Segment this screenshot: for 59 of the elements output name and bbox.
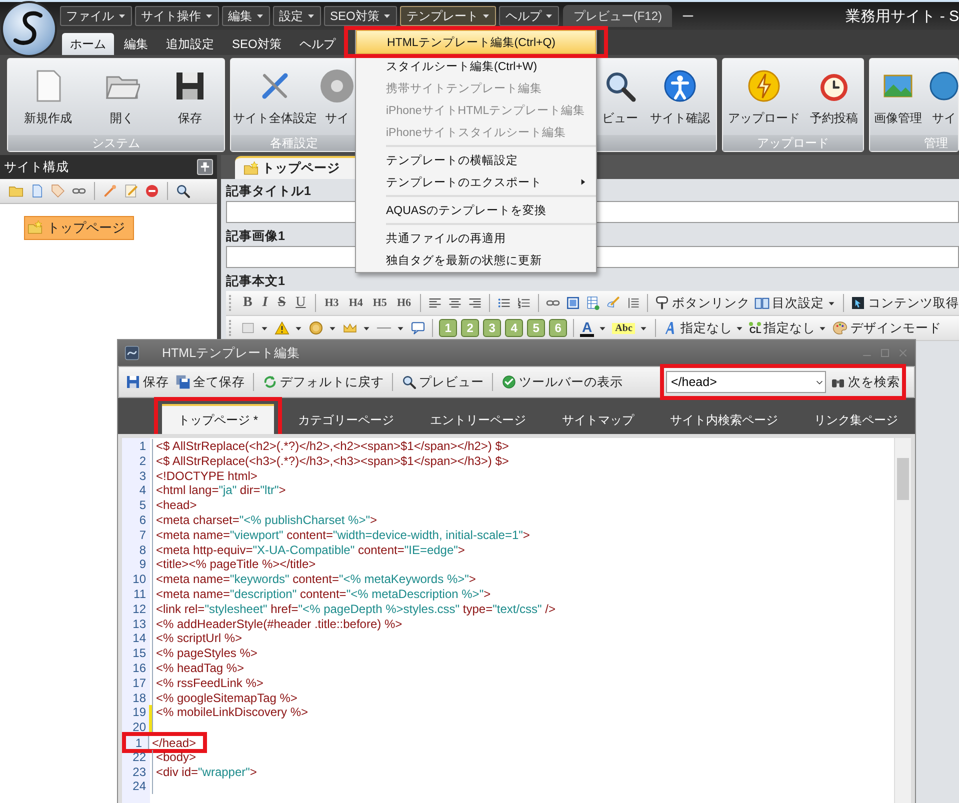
line-number: 7: [138, 528, 147, 543]
class-badge: CL: [749, 322, 762, 334]
code-line: <% headTag %>: [155, 660, 244, 676]
code-line: <% scriptUrl %>: [155, 631, 242, 646]
line-number: 22: [132, 750, 147, 765]
line-number: 10: [132, 572, 147, 587]
code-line: <body>: [155, 750, 196, 765]
tab-label: トップページ: [262, 160, 340, 177]
line-number: 6: [138, 512, 147, 528]
line-number: 13: [132, 616, 147, 632]
code-line: <html lang="ja" dir="ltr">: [155, 483, 286, 498]
code-line: <$ AllStrReplace(<h3>(.*?)</h3>,<h3><span>$1</span></h3>) $>: [155, 454, 509, 469]
code-line: <head>: [155, 498, 197, 513]
line-number: 18: [132, 690, 147, 706]
group-label: 各種設定: [231, 135, 357, 151]
line-number: 2: [138, 454, 147, 469]
group-label: 管理: [870, 135, 958, 151]
line-number: 15: [132, 646, 147, 661]
group-label: アップロード: [723, 135, 863, 151]
line-number: 19: [132, 705, 147, 720]
code-line: <meta http-equiv="X-UA-Compatible" content="IE=edge">: [155, 542, 465, 558]
code-line: <title><% pageTitle %></title>: [155, 557, 316, 572]
code-line: <link rel="stylesheet" href="<% pageDepth %>styles.css" type="text/css" />: [155, 602, 556, 617]
field-label: 記事画像1: [226, 228, 285, 245]
group-label: システム: [8, 135, 224, 151]
code-line: <% addHeaderStyle(#header .title::before) %>: [155, 616, 402, 632]
line-number: 5: [138, 498, 147, 513]
code-line: <$ AllStrReplace(<h2>(.*?)</h2>,<h2><span>$1</span></h2>) $>: [155, 439, 509, 454]
code-line: <% mobileLinkDiscovery %>: [155, 705, 308, 720]
line-number: 12: [132, 602, 147, 617]
code-line: <% googleSitemapTag %>: [155, 690, 298, 706]
line-number: 17: [132, 676, 147, 691]
window-title: 業務用サイト - S: [846, 6, 959, 26]
line-number: 16: [132, 660, 147, 676]
line-number: 4: [138, 483, 147, 498]
panel-title: サイト構成: [4, 158, 69, 176]
window-title: HTMLテンプレート編集: [161, 344, 302, 362]
line-number: 1: [134, 736, 143, 749]
code-line: <% rssFeedLink %>: [155, 676, 264, 691]
code-line: <meta name="keywords" content="<% metaKeywords %>">: [155, 572, 476, 587]
code-line: </head>: [151, 736, 196, 749]
code-line: <meta name="description" content="<% metaDescription %>">: [155, 586, 491, 602]
line-number: 8: [138, 542, 147, 558]
line-number: 20: [132, 720, 147, 735]
line-number: 11: [132, 586, 147, 602]
line-number: 14: [132, 631, 147, 646]
field-label: 記事本文1: [226, 273, 285, 290]
code-line: <!DOCTYPE html>: [155, 468, 258, 484]
field-label: 記事タイトル1: [226, 183, 311, 200]
line-number: 3: [138, 468, 147, 484]
code-line: <% pageStyles %>: [155, 646, 258, 661]
code-line: <meta name="viewport" content="width=device-width, initial-scale=1">: [155, 528, 530, 543]
line-number: 23: [132, 764, 147, 780]
line-number: 1: [138, 439, 147, 454]
code-line: <div id="wrapper">: [155, 764, 257, 780]
code-line: <meta charset="<% publishCharset %>">: [155, 512, 377, 528]
tree-label: トップページ: [47, 219, 125, 237]
line-number: 9: [138, 557, 147, 572]
line-number: 24: [132, 779, 147, 794]
